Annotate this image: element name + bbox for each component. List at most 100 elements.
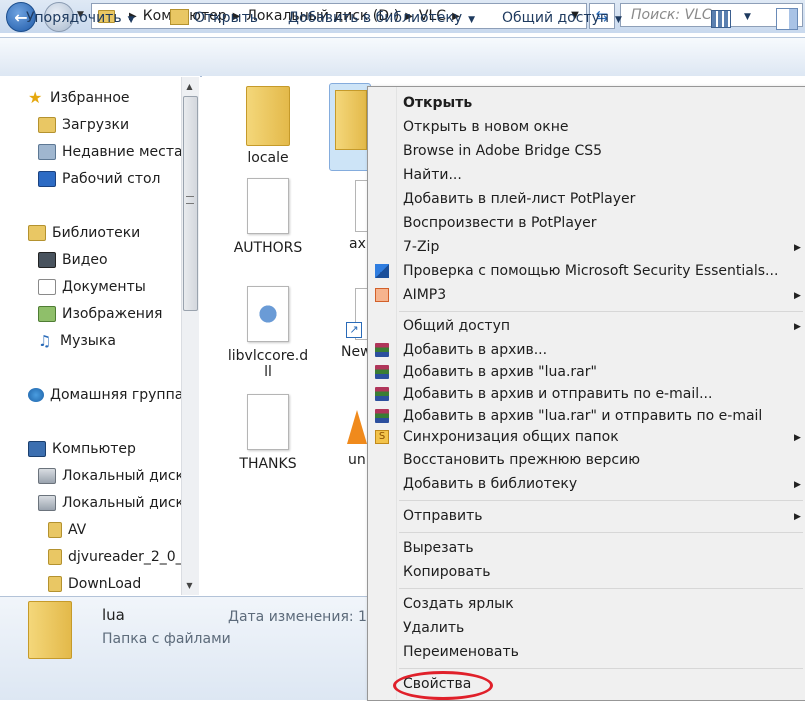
menu-find[interactable]: Найти... bbox=[403, 167, 462, 183]
file-name: THANKS bbox=[239, 456, 297, 472]
nav-label: AV bbox=[68, 522, 87, 538]
menu-share[interactable]: Общий доступ bbox=[403, 318, 510, 334]
menu-aimp3[interactable]: AIMP3 bbox=[403, 287, 446, 303]
file-name: libvlccore.d bbox=[227, 348, 309, 364]
scroll-grip-icon bbox=[186, 196, 194, 204]
menu-create-shortcut[interactable]: Создать ярлык bbox=[403, 596, 514, 612]
nav-label: Музыка bbox=[60, 333, 116, 349]
menu-add-archive[interactable]: Добавить в архив... bbox=[403, 342, 547, 358]
nav-label: Домашняя группа bbox=[50, 387, 184, 403]
menu-add-lua-rar[interactable]: Добавить в архив "lua.rar" bbox=[403, 364, 597, 380]
scroll-up-icon[interactable]: ▲ bbox=[183, 80, 196, 92]
share-button[interactable]: Общий доступ ▼ bbox=[502, 10, 622, 26]
menu-gutter bbox=[396, 87, 397, 699]
drive-icon bbox=[38, 495, 56, 511]
folder-icon bbox=[335, 90, 367, 150]
nav-label: Компьютер bbox=[52, 441, 136, 457]
file-name: ll bbox=[264, 364, 272, 380]
nav-label: Локальный диск bbox=[62, 468, 185, 484]
security-essentials-icon bbox=[375, 264, 389, 278]
file-item-libvlccore[interactable]: libvlccore.d ll bbox=[223, 286, 313, 380]
highlight-ring bbox=[393, 671, 493, 700]
submenu-arrow-icon: ▶ bbox=[794, 322, 801, 332]
details-name: lua bbox=[102, 606, 125, 624]
command-bar bbox=[0, 37, 805, 77]
nav-label: Загрузки bbox=[62, 117, 130, 133]
menu-cut[interactable]: Вырезать bbox=[403, 540, 474, 556]
preview-pane-icon[interactable] bbox=[776, 8, 798, 30]
chevron-down-icon: ▼ bbox=[127, 15, 135, 25]
organize-label: Упорядочить bbox=[26, 10, 122, 26]
menu-separator bbox=[399, 588, 803, 589]
add-to-library-label: Добавить в библиотеку bbox=[288, 10, 463, 26]
scroll-down-icon[interactable]: ▼ bbox=[183, 579, 196, 591]
documents-icon bbox=[38, 279, 56, 295]
menu-add-potplayer[interactable]: Добавить в плей-лист PotPlayer bbox=[403, 191, 635, 207]
menu-separator bbox=[399, 668, 803, 669]
drive-icon bbox=[38, 468, 56, 484]
homegroup-icon bbox=[28, 388, 44, 402]
chevron-down-icon: ▼ bbox=[468, 15, 476, 25]
open-folder-icon bbox=[170, 9, 189, 25]
menu-add-library[interactable]: Добавить в библиотеку bbox=[403, 476, 577, 492]
file-name: locale bbox=[247, 150, 289, 166]
menu-rename[interactable]: Переименовать bbox=[403, 644, 519, 660]
folder-icon bbox=[48, 549, 62, 565]
document-icon bbox=[247, 178, 289, 234]
menu-add-archive-email[interactable]: Добавить в архив и отправить по e-mail..… bbox=[403, 386, 712, 402]
menu-7zip[interactable]: 7-Zip bbox=[403, 239, 439, 255]
winrar-icon bbox=[375, 343, 389, 357]
menu-open[interactable]: Открыть bbox=[403, 95, 472, 111]
nav-label: Видео bbox=[62, 252, 108, 268]
nav-label: Изображения bbox=[62, 306, 163, 322]
sync-icon: S bbox=[375, 430, 389, 444]
star-icon: ★ bbox=[28, 88, 43, 107]
view-options-icon[interactable] bbox=[711, 10, 731, 28]
images-icon bbox=[38, 306, 56, 322]
file-name-un[interactable]: un bbox=[348, 452, 366, 468]
menu-browse-bridge[interactable]: Browse in Adobe Bridge CS5 bbox=[403, 143, 602, 159]
details-type: Папка с файлами bbox=[102, 631, 231, 647]
submenu-arrow-icon: ▶ bbox=[794, 243, 801, 253]
open-button[interactable]: Открыть bbox=[194, 10, 258, 26]
submenu-arrow-icon: ▶ bbox=[794, 433, 801, 443]
downloads-folder-icon bbox=[38, 117, 56, 133]
chevron-down-icon[interactable]: ▼ bbox=[744, 12, 751, 22]
folder-icon bbox=[48, 576, 62, 592]
nav-label: Недавние места bbox=[62, 144, 183, 160]
menu-restore-version[interactable]: Восстановить прежнюю версию bbox=[403, 452, 640, 468]
nav-label: Рабочий стол bbox=[62, 171, 161, 187]
desktop-icon bbox=[38, 171, 56, 187]
nav-label: DownLoad bbox=[68, 576, 142, 592]
menu-mse-check[interactable]: Проверка с помощью Microsoft Security Es… bbox=[403, 263, 778, 279]
nav-label: Документы bbox=[62, 279, 146, 295]
menu-separator bbox=[399, 500, 803, 501]
music-icon: ♫ bbox=[38, 332, 52, 350]
menu-sync[interactable]: Синхронизация общих папок bbox=[403, 429, 619, 445]
file-name-ax[interactable]: ax bbox=[349, 236, 366, 252]
share-label: Общий доступ bbox=[502, 10, 610, 26]
video-icon bbox=[38, 252, 56, 268]
nav-label: Избранное bbox=[50, 90, 130, 106]
recent-places-icon bbox=[38, 144, 56, 160]
menu-play-potplayer[interactable]: Воспроизвести в PotPlayer bbox=[403, 215, 597, 231]
menu-open-new-window[interactable]: Открыть в новом окне bbox=[403, 119, 568, 135]
libraries-icon bbox=[28, 225, 46, 241]
vlc-cone-icon bbox=[347, 410, 367, 444]
file-item-locale[interactable]: locale bbox=[223, 86, 313, 166]
add-to-library-button[interactable]: Добавить в библиотеку ▼ bbox=[288, 10, 475, 26]
menu-add-lua-rar-email[interactable]: Добавить в архив "lua.rar" и отправить п… bbox=[403, 408, 762, 424]
file-name: AUTHORS bbox=[233, 240, 303, 256]
file-item-authors[interactable]: AUTHORS bbox=[223, 178, 313, 256]
document-icon bbox=[247, 394, 289, 450]
folder-icon bbox=[246, 86, 290, 146]
nav-label: djvureader_2_0_ bbox=[68, 549, 183, 565]
menu-delete[interactable]: Удалить bbox=[403, 620, 464, 636]
shortcut-arrow-icon: ↗ bbox=[346, 322, 362, 338]
organize-button[interactable]: Упорядочить ▼ bbox=[26, 10, 135, 26]
folder-icon bbox=[48, 522, 62, 538]
menu-copy[interactable]: Копировать bbox=[403, 564, 490, 580]
winrar-icon bbox=[375, 387, 389, 401]
menu-send-to[interactable]: Отправить bbox=[403, 508, 483, 524]
file-item-thanks[interactable]: THANKS bbox=[223, 394, 313, 472]
